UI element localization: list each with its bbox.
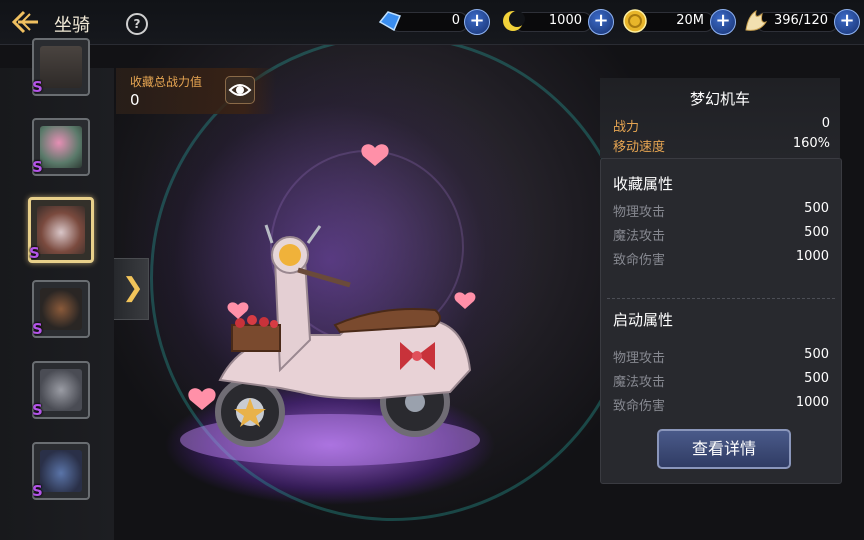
attr-value: 1000 <box>795 249 829 264</box>
attr-row: 致命伤害 1000 <box>613 249 829 268</box>
resource-gold: 20M + <box>622 8 738 35</box>
mount-thumb-pink-creature <box>40 126 82 168</box>
back-arrow-icon[interactable] <box>10 10 40 34</box>
attr-label: 致命伤害 <box>613 253 666 268</box>
mount-slot[interactable]: S <box>32 38 90 96</box>
mount-slot[interactable]: S <box>32 118 90 176</box>
divider <box>607 298 835 299</box>
collection-power-panel: 收藏总战力值 0 <box>116 68 276 114</box>
crystal-count: 0 <box>451 13 460 28</box>
active-attrs-title: 启动属性 <box>613 311 674 329</box>
attr-row: 物理攻击 500 <box>613 347 829 366</box>
mount-thumb-dark-beast <box>40 288 82 330</box>
attr-value: 1000 <box>795 395 829 410</box>
collection-power-label: 收藏总战力值 <box>130 75 203 89</box>
mount-speed-row: 移动速度 160% <box>613 136 830 155</box>
attr-value: 500 <box>804 201 829 216</box>
gold-coin-icon <box>623 9 647 33</box>
add-gold-button[interactable]: + <box>710 9 736 35</box>
resource-stamina: 396/120 + <box>742 8 862 35</box>
attr-label: 魔法攻击 <box>613 229 666 244</box>
add-crescent-button[interactable]: + <box>588 9 614 35</box>
attr-label: 致命伤害 <box>613 399 666 414</box>
rank-badge: S <box>32 158 43 176</box>
mount-power-row: 战力 0 <box>613 116 830 135</box>
rank-badge: S <box>32 78 43 96</box>
collection-power-value: 0 <box>130 91 140 109</box>
rank-badge: S <box>32 320 43 338</box>
yellow-crescent-icon <box>503 11 525 31</box>
attr-row: 魔法攻击 500 <box>613 371 829 390</box>
mount-thumb-blue-cloud <box>40 450 82 492</box>
attr-label: 物理攻击 <box>613 351 666 366</box>
eye-icon <box>228 84 252 96</box>
resource-crystal: 0 + <box>376 8 492 35</box>
attr-row: 物理攻击 500 <box>613 201 829 220</box>
mount-slot[interactable]: S <box>32 442 90 500</box>
attr-label: 物理攻击 <box>613 205 666 220</box>
mount-name: 梦幻机车 <box>689 90 750 108</box>
expand-list-button[interactable]: ❯ <box>114 258 149 320</box>
attribute-panel: 收藏属性 物理攻击 500 魔法攻击 500 致命伤害 1000 启动属性 物理… <box>600 158 842 484</box>
gold-count: 20M <box>676 13 704 28</box>
attr-value: 500 <box>804 225 829 240</box>
mount-thumb-partial <box>40 46 82 88</box>
mount-info-panel: 梦幻机车 战力 0 移动速度 160% <box>600 78 840 158</box>
mount-list: S S S S S S <box>0 38 114 540</box>
collection-attrs-title: 收藏属性 <box>613 175 674 193</box>
mount-power-label: 战力 <box>613 120 640 135</box>
mount-scooter-model <box>180 144 480 466</box>
mount-thumb-scooter <box>37 206 85 254</box>
stamina-count: 396/120 <box>773 13 828 28</box>
attr-row: 致命伤害 1000 <box>613 395 829 414</box>
resource-crescent: 1000 + <box>500 8 616 35</box>
mount-slot[interactable]: S <box>32 280 90 338</box>
mount-speed-value: 160% <box>792 136 830 151</box>
blue-crystal-icon <box>378 11 402 32</box>
attr-value: 500 <box>804 347 829 362</box>
rank-badge: S <box>29 244 40 262</box>
rank-badge: S <box>32 482 43 500</box>
add-crystal-button[interactable]: + <box>464 9 490 35</box>
rank-badge: S <box>32 401 43 419</box>
add-stamina-button[interactable]: + <box>834 9 860 35</box>
view-details-button[interactable]: 查看详情 <box>657 429 791 469</box>
mount-slot-selected[interactable]: S <box>28 197 94 263</box>
help-icon[interactable]: ? <box>126 13 148 35</box>
top-bar: 坐骑 ? 0 + 1000 + 20M + 396/120 + <box>0 0 864 45</box>
mount-power-value: 0 <box>821 116 830 131</box>
attr-row: 魔法攻击 500 <box>613 225 829 244</box>
attr-value: 500 <box>804 371 829 386</box>
view-toggle-button[interactable] <box>225 76 255 104</box>
crescent-count: 1000 <box>548 13 582 28</box>
page-title: 坐骑 <box>54 15 90 36</box>
mount-speed-label: 移动速度 <box>613 140 666 155</box>
chevron-right-icon: ❯ <box>122 273 144 303</box>
mount-slot[interactable]: S <box>32 361 90 419</box>
attr-label: 魔法攻击 <box>613 375 666 390</box>
mount-thumb-grey-wolf <box>40 369 82 411</box>
wing-stamina-icon <box>745 9 768 31</box>
